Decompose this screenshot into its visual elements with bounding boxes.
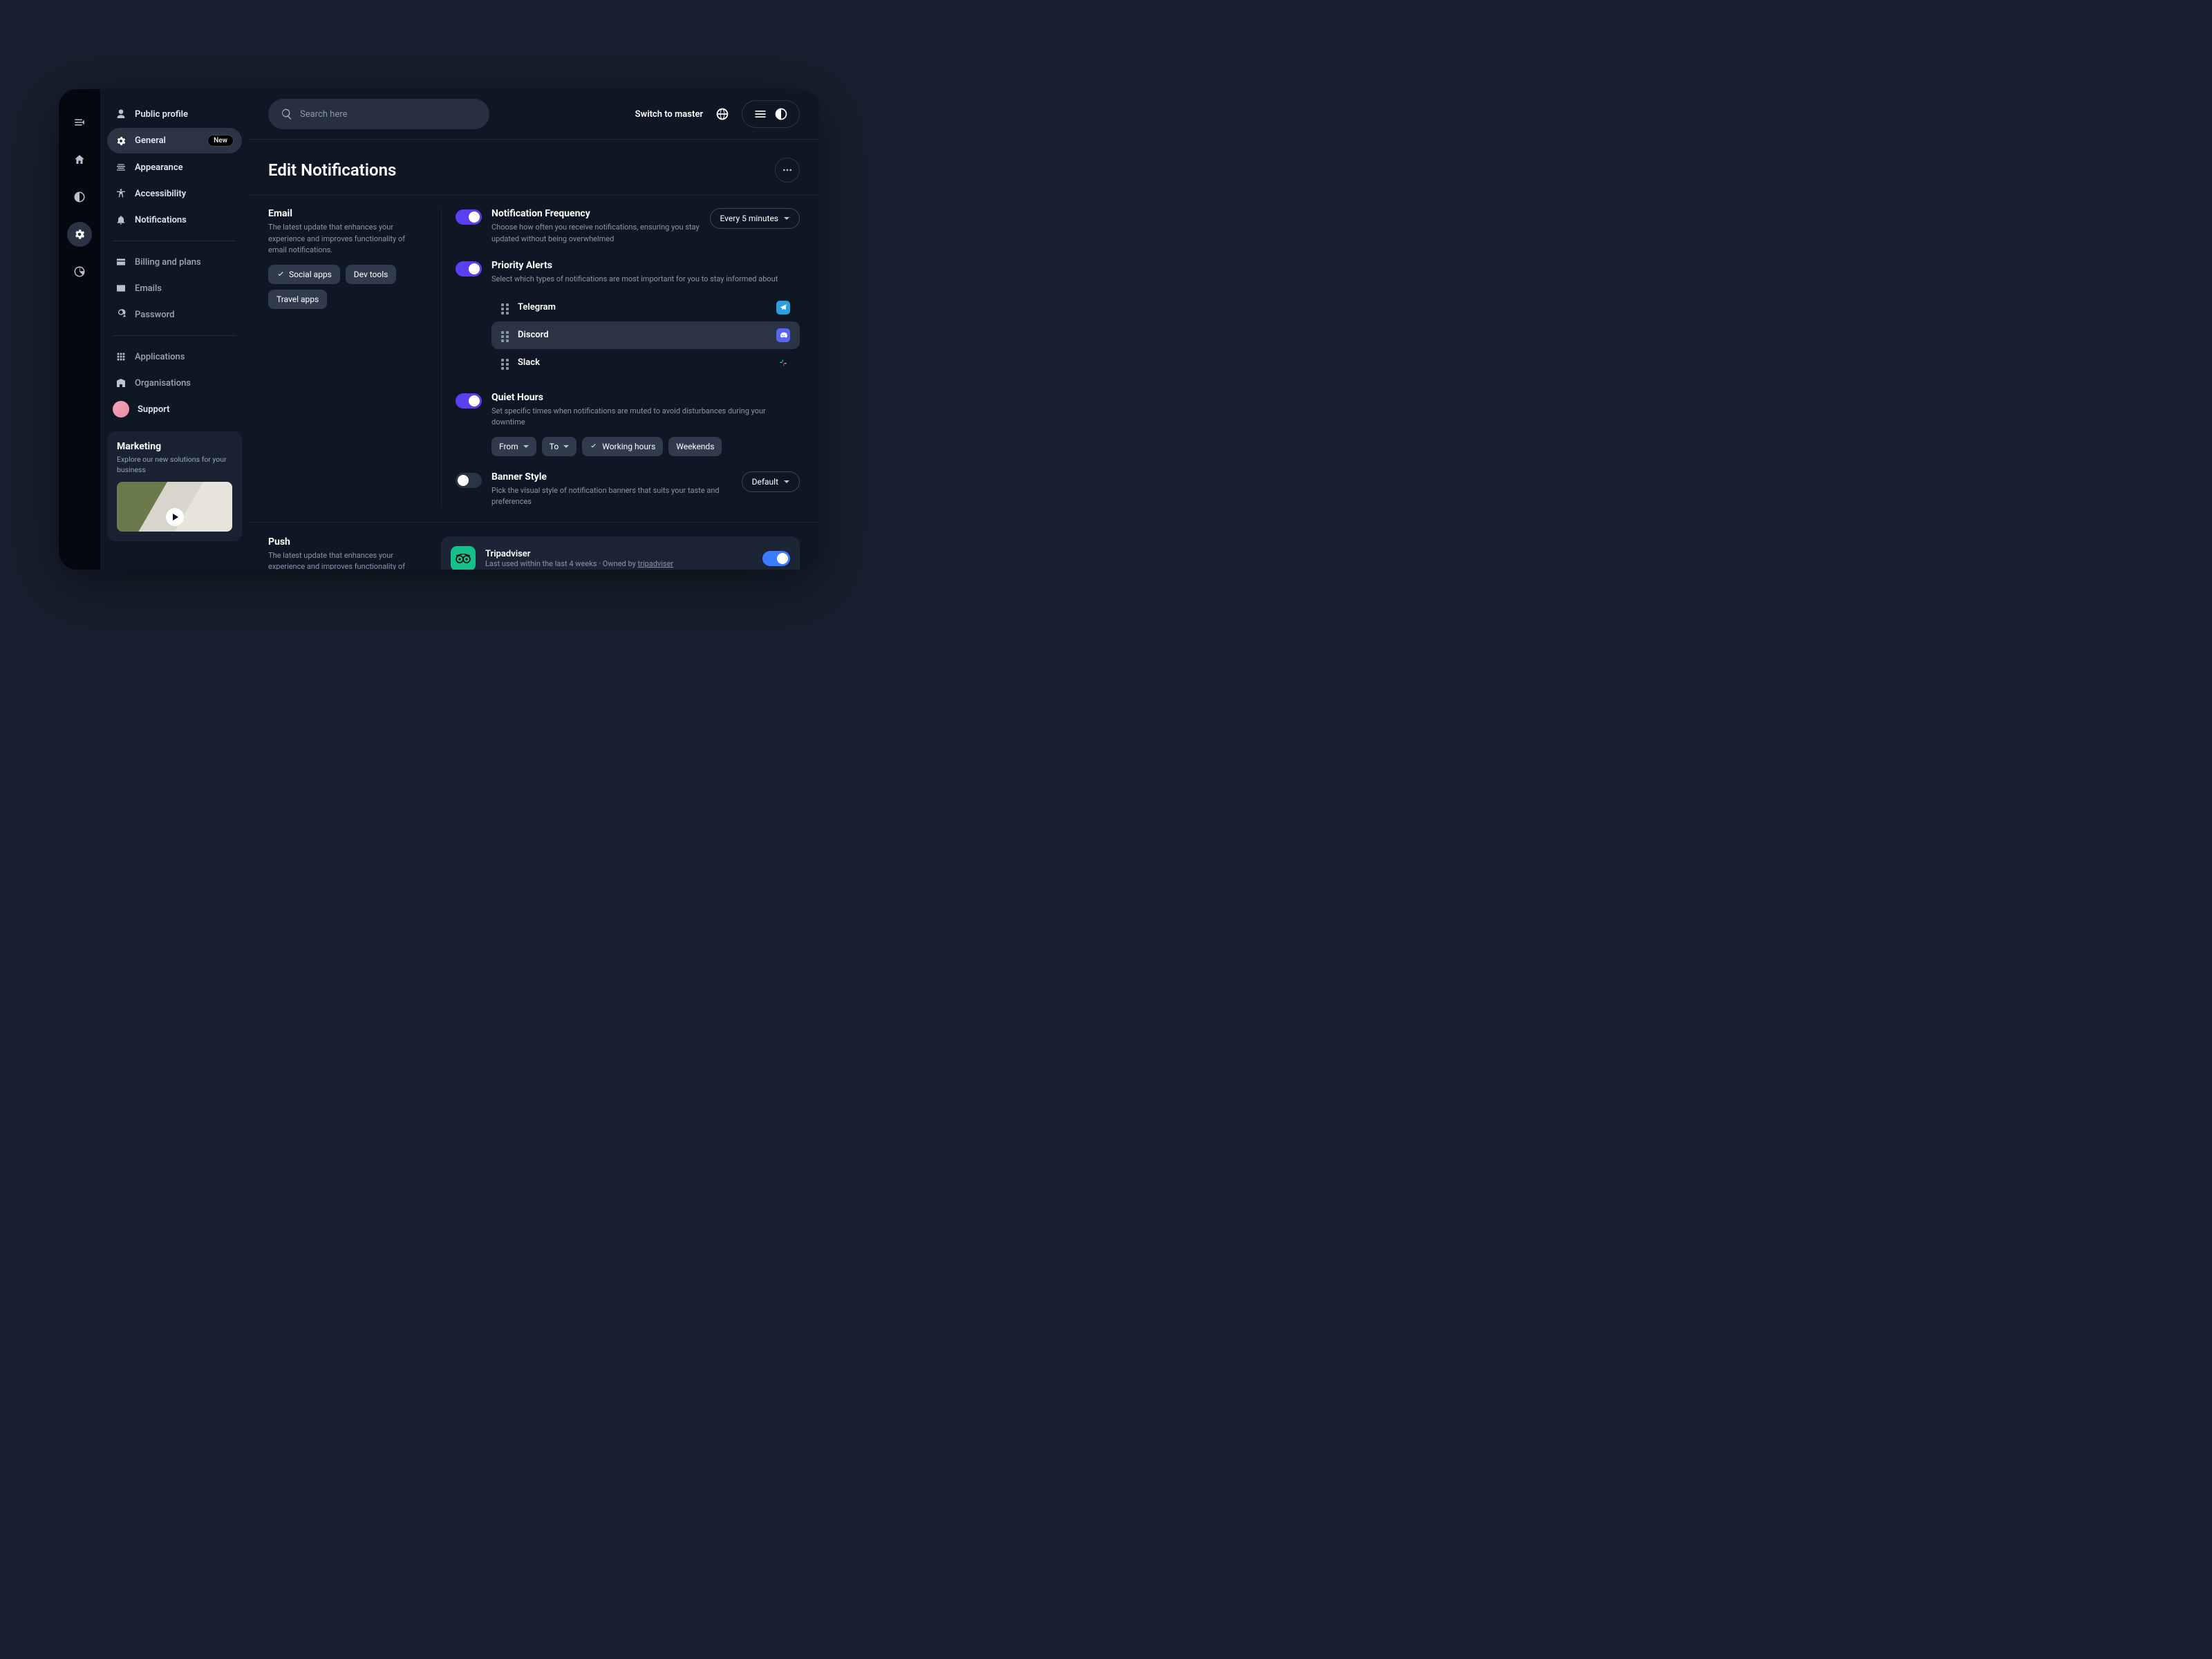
chart-icon[interactable] (67, 259, 92, 284)
sidebar-item-label: Emails (135, 283, 162, 294)
page-title: Edit Notifications (268, 160, 396, 180)
topbar: Switch to master (249, 89, 819, 140)
contrast-icon[interactable] (67, 185, 92, 209)
chip-weekends[interactable]: Weekends (668, 437, 722, 456)
quiet-hours-toggle[interactable] (456, 393, 482, 409)
priority-desc: Select which types of notifications are … (491, 274, 800, 285)
icon-rail (59, 89, 100, 570)
sidebar-item-general[interactable]: General New (107, 128, 242, 153)
sidebar-item-label: Organisations (135, 378, 191, 388)
sidebar-item-label: Accessibility (135, 189, 186, 199)
quiet-from-select[interactable]: From (491, 437, 536, 456)
sidebar-item-emails[interactable]: Emails (107, 276, 242, 301)
sidebar-item-public-profile[interactable]: Public profile (107, 102, 242, 126)
sidebar-item-label: Notifications (135, 215, 187, 225)
play-button[interactable] (166, 508, 184, 526)
sidebar-item-label: General (135, 135, 166, 146)
marketing-desc: Explore our new solutions for your busin… (117, 455, 232, 475)
sidebar-item-password[interactable]: Password (107, 302, 242, 327)
connection-owner-link[interactable]: tripadviser (638, 559, 674, 568)
drag-handle-icon[interactable] (501, 303, 509, 312)
connection-title: Tripadviser (485, 549, 753, 559)
marketing-image (117, 482, 232, 532)
search-input-wrapper[interactable] (268, 99, 489, 129)
frequency-select[interactable]: Every 5 minutes (710, 208, 800, 229)
discord-icon (776, 328, 790, 342)
tripadviser-toggle[interactable] (762, 551, 790, 566)
banner-style-select[interactable]: Default (742, 471, 800, 492)
sidebar-item-label: Public profile (135, 109, 188, 120)
sidebar: Public profile General New Appearance Ac… (100, 89, 249, 570)
sidebar-item-appearance[interactable]: Appearance (107, 155, 242, 180)
chip-social-apps[interactable]: Social apps (268, 265, 340, 284)
quiet-desc: Set specific times when notifications ar… (491, 406, 800, 429)
sidebar-item-organisations[interactable]: Organisations (107, 371, 242, 395)
frequency-toggle[interactable] (456, 209, 482, 225)
banner-title: Banner Style (491, 471, 733, 482)
switch-to-master-link[interactable]: Switch to master (635, 109, 703, 120)
sidebar-item-support[interactable]: Support (107, 397, 242, 422)
connection-tripadviser: Tripadviser Last used within the last 4 … (441, 536, 800, 570)
globe-icon[interactable] (715, 107, 729, 121)
chip-dev-tools[interactable]: Dev tools (346, 265, 397, 284)
email-title: Email (268, 208, 422, 219)
marketing-title: Marketing (117, 441, 232, 452)
tripadviser-icon (451, 546, 476, 570)
settings-icon[interactable] (67, 222, 92, 247)
sidebar-item-label: Applications (135, 352, 185, 362)
chip-working-hours[interactable]: Working hours (582, 437, 663, 456)
more-button[interactable] (775, 158, 800, 182)
menu-icon (753, 107, 767, 121)
telegram-icon (776, 301, 790, 315)
priority-app-discord[interactable]: Discord (491, 321, 800, 349)
drag-handle-icon[interactable] (501, 331, 509, 339)
avatar (113, 401, 129, 418)
check-icon (276, 270, 285, 279)
sidebar-item-notifications[interactable]: Notifications (107, 207, 242, 232)
app-shell: Public profile General New Appearance Ac… (59, 89, 819, 570)
sidebar-item-label: Appearance (135, 162, 183, 173)
push-desc: The latest update that enhances your exp… (268, 550, 422, 570)
main-panel: Switch to master Edit Notifications Emai… (249, 89, 819, 570)
home-icon[interactable] (67, 147, 92, 172)
chip-travel-apps[interactable]: Travel apps (268, 290, 327, 309)
check-icon (590, 442, 597, 450)
sidebar-item-accessibility[interactable]: Accessibility (107, 181, 242, 206)
sidebar-item-label: Billing and plans (135, 257, 201, 268)
search-icon (281, 108, 293, 120)
priority-title: Priority Alerts (491, 260, 800, 271)
push-title: Push (268, 536, 422, 547)
quiet-to-select[interactable]: To (542, 437, 577, 456)
email-desc: The latest update that enhances your exp… (268, 222, 422, 256)
sidebar-item-label: Password (135, 310, 174, 320)
banner-desc: Pick the visual style of notification ba… (491, 485, 733, 508)
marketing-card: Marketing Explore our new solutions for … (107, 431, 242, 541)
content-scroll: Email The latest update that enhances yo… (249, 196, 819, 570)
search-input[interactable] (300, 109, 477, 120)
connection-subtitle: Last used within the last 4 weeks · Owne… (485, 559, 753, 568)
quiet-title: Quiet Hours (491, 392, 800, 403)
priority-app-telegram[interactable]: Telegram (491, 294, 800, 321)
sidebar-item-applications[interactable]: Applications (107, 344, 242, 369)
frequency-title: Notification Frequency (491, 208, 702, 219)
banner-toggle[interactable] (456, 473, 482, 488)
menu-theme-toggle[interactable] (742, 100, 800, 128)
sidebar-item-billing[interactable]: Billing and plans (107, 250, 242, 274)
priority-app-slack[interactable]: Slack (491, 349, 800, 377)
sidebar-item-label: Support (138, 404, 170, 415)
priority-toggle[interactable] (456, 261, 482, 276)
theme-icon (774, 107, 788, 121)
frequency-desc: Choose how often you receive notificatio… (491, 222, 702, 245)
new-badge: New (207, 135, 234, 147)
slack-icon (776, 356, 790, 370)
drag-handle-icon[interactable] (501, 359, 509, 367)
page-header: Edit Notifications (249, 140, 819, 196)
collapse-icon[interactable] (67, 110, 92, 135)
